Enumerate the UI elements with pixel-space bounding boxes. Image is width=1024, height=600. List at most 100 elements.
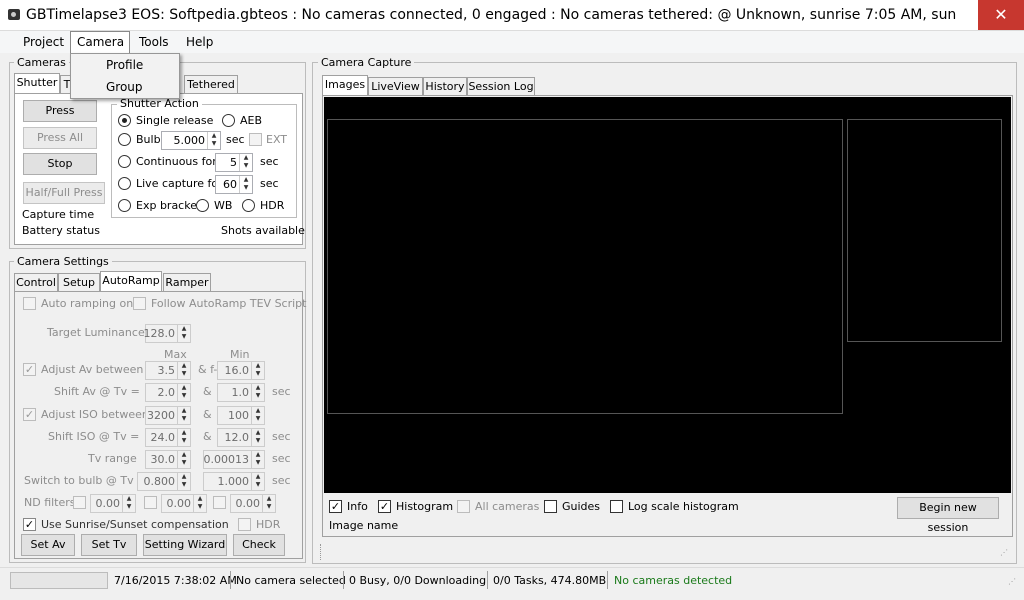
spinner-arrows-icon[interactable]: ▲ ▼ (177, 429, 190, 446)
wb-radio[interactable] (196, 199, 209, 212)
status-busy: 0 Busy, 0/0 Downloading (349, 574, 487, 587)
menu-project[interactable]: Project (17, 31, 70, 53)
bulb-min-value: 1.000 (217, 475, 250, 488)
spinner-arrows-icon[interactable]: ▲ ▼ (177, 407, 190, 424)
all-cameras-checkbox[interactable] (457, 500, 470, 513)
live-capture-stepper[interactable]: 60 ▲ ▼ (215, 175, 253, 194)
exp-bracket-radio[interactable] (118, 199, 131, 212)
spinner-arrows-icon[interactable]: ▲ ▼ (177, 384, 190, 401)
spinner-arrows-icon[interactable]: ▲ ▼ (239, 154, 252, 171)
histogram-frame (847, 119, 1002, 342)
spinner-arrows-icon[interactable]: ▲ ▼ (207, 132, 220, 149)
menu-item-group[interactable]: Group (71, 77, 179, 98)
min-header: Min (230, 348, 250, 361)
nd3-checkbox[interactable] (213, 496, 226, 509)
bulb-min-stepper[interactable]: 1.000 ▲ ▼ (203, 472, 265, 491)
spinner-arrows-icon[interactable]: ▲ ▼ (251, 451, 264, 468)
adjust-iso-label: Adjust ISO between (41, 408, 149, 421)
shift-av-min-stepper[interactable]: 1.0 ▲ ▼ (217, 383, 265, 402)
wb-label: WB (214, 199, 233, 212)
nd1-stepper[interactable]: 0.00 ▲ ▼ (90, 494, 136, 513)
tab-control[interactable]: Control (14, 273, 58, 292)
adjust-iso-checkbox[interactable]: ✓ (23, 408, 36, 421)
info-checkbox[interactable]: ✓ (329, 500, 342, 513)
iso-min-stepper[interactable]: 100 ▲ ▼ (217, 406, 265, 425)
tab-session-log[interactable]: Session Log (467, 77, 535, 96)
spinner-arrows-icon[interactable]: ▲ ▼ (177, 451, 190, 468)
target-luminance-stepper[interactable]: 128.0 ▲ ▼ (144, 324, 191, 343)
hdr-radio[interactable] (242, 199, 255, 212)
nd2-value: 0.00 (166, 497, 192, 510)
tab-tethered[interactable]: Tethered (184, 75, 238, 94)
tab-autoramp[interactable]: AutoRamp (100, 271, 162, 292)
half-full-press-button[interactable]: Half/Full Press (23, 182, 105, 204)
spinner-arrows-icon[interactable]: ▲ ▼ (239, 176, 252, 193)
menu-tools[interactable]: Tools (133, 31, 175, 53)
menu-camera[interactable]: Camera (70, 31, 130, 53)
set-av-button[interactable]: Set Av (21, 534, 75, 556)
continuous-stepper[interactable]: 5 ▲ ▼ (215, 153, 253, 172)
stop-button[interactable]: Stop (23, 153, 97, 175)
auto-ramping-checkbox[interactable] (23, 297, 36, 310)
hdr-checkbox[interactable] (238, 518, 251, 531)
continuous-radio[interactable] (118, 155, 131, 168)
histogram-checkbox[interactable]: ✓ (378, 500, 391, 513)
spinner-arrows-icon[interactable]: ▲ ▼ (122, 495, 135, 512)
log-scale-label: Log scale histogram (628, 500, 739, 513)
spinner-arrows-icon[interactable]: ▲ ▼ (251, 384, 264, 401)
resize-grip-icon[interactable]: ⋰ (1000, 549, 1010, 561)
tab-setup[interactable]: Setup (58, 273, 100, 292)
nd3-stepper[interactable]: 0.00 ▲ ▼ (230, 494, 276, 513)
av-max-stepper[interactable]: 3.5 ▲ ▼ (145, 361, 191, 380)
menu-help[interactable]: Help (180, 31, 219, 53)
tab-history[interactable]: History (423, 77, 467, 96)
splitter-handle[interactable] (320, 544, 322, 560)
tab-liveview[interactable]: LiveView (368, 77, 423, 96)
shift-av-max-stepper[interactable]: 2.0 ▲ ▼ (145, 383, 191, 402)
set-tv-button[interactable]: Set Tv (81, 534, 137, 556)
spinner-arrows-icon[interactable]: ▲ ▼ (251, 473, 264, 490)
check-button[interactable]: Check (233, 534, 285, 556)
begin-new-session-button[interactable]: Begin new session (897, 497, 999, 534)
menu-item-profile[interactable]: Profile (71, 55, 179, 76)
spinner-arrows-icon[interactable]: ▲ ▼ (177, 473, 190, 490)
live-capture-radio[interactable] (118, 177, 131, 190)
spinner-arrows-icon[interactable]: ▲ ▼ (251, 407, 264, 424)
tv-min-stepper[interactable]: 0.00013 ▲ ▼ (203, 450, 265, 469)
tv-max-stepper[interactable]: 30.0 ▲ ▼ (145, 450, 191, 469)
nd2-checkbox[interactable] (144, 496, 157, 509)
adjust-av-label: Adjust Av between (41, 363, 144, 376)
single-release-radio[interactable] (118, 114, 131, 127)
spinner-arrows-icon[interactable]: ▲ ▼ (193, 495, 206, 512)
spinner-arrows-icon[interactable]: ▲ ▼ (177, 325, 190, 342)
log-scale-checkbox[interactable] (610, 500, 623, 513)
adjust-av-checkbox[interactable]: ✓ (23, 363, 36, 376)
guides-checkbox[interactable] (544, 500, 557, 513)
status-resize-grip-icon[interactable]: ⋰ (1008, 578, 1018, 590)
iso-max-stepper[interactable]: 3200 ▲ ▼ (145, 406, 191, 425)
nd1-checkbox[interactable] (73, 496, 86, 509)
shift-iso-max-stepper[interactable]: 24.0 ▲ ▼ (145, 428, 191, 447)
aeb-radio[interactable] (222, 114, 235, 127)
image-preview-frame[interactable] (327, 119, 843, 414)
av-min-stepper[interactable]: 16.0 ▲ ▼ (217, 361, 265, 380)
f-separator: & f- (198, 363, 218, 376)
tab-images[interactable]: Images (322, 75, 368, 96)
spinner-arrows-icon[interactable]: ▲ ▼ (177, 362, 190, 379)
bulb-max-stepper[interactable]: 0.800 ▲ ▼ (137, 472, 191, 491)
close-button[interactable]: ✕ (978, 0, 1024, 30)
bulb-radio[interactable] (118, 133, 131, 146)
spinner-arrows-icon[interactable]: ▲ ▼ (251, 429, 264, 446)
tab-shutter[interactable]: Shutter (14, 73, 60, 94)
press-all-button[interactable]: Press All (23, 127, 97, 149)
press-button[interactable]: Press (23, 100, 97, 122)
follow-script-checkbox[interactable] (133, 297, 146, 310)
spinner-arrows-icon[interactable]: ▲ ▼ (251, 362, 264, 379)
setting-wizard-button[interactable]: Setting Wizard (143, 534, 227, 556)
shift-iso-min-stepper[interactable]: 12.0 ▲ ▼ (217, 428, 265, 447)
nd2-stepper[interactable]: 0.00 ▲ ▼ (161, 494, 207, 513)
spinner-arrows-icon[interactable]: ▲ ▼ (262, 495, 275, 512)
tab-ramper[interactable]: Ramper (163, 273, 211, 292)
bulb-time-stepper[interactable]: 5.000 ▲ ▼ (161, 131, 221, 150)
ext-checkbox[interactable] (249, 133, 262, 146)
